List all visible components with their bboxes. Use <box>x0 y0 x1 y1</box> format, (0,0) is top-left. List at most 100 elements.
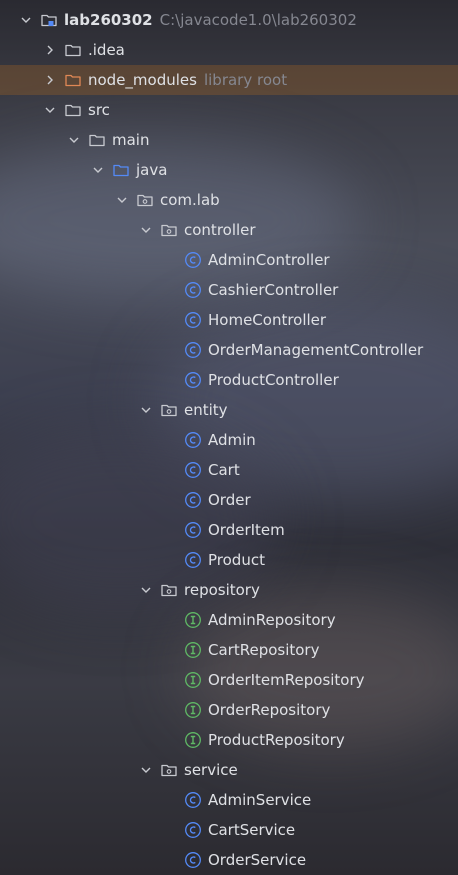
class-icon <box>184 821 202 839</box>
tree-row-project[interactable]: lab260302 C:\javacode1.0\lab260302 <box>0 5 458 35</box>
tree-row-file[interactable]: Admin <box>0 425 458 455</box>
tree-row-file[interactable]: AdminService <box>0 785 458 815</box>
tree-row-repository[interactable]: repository <box>0 575 458 605</box>
tree-row-file-label: ProductController <box>208 371 339 389</box>
chevron-down-icon[interactable] <box>114 192 130 208</box>
tree-row-file-label: OrderService <box>208 851 307 869</box>
arrow-spacer <box>162 252 178 268</box>
folder-icon <box>64 101 82 119</box>
chevron-down-icon[interactable] <box>138 582 154 598</box>
tree-row-idea-label: .idea <box>88 41 125 59</box>
tree-row-file[interactable]: OrderService <box>0 845 458 875</box>
arrow-spacer <box>162 792 178 808</box>
class-icon <box>184 791 202 809</box>
tree-row-java[interactable]: java <box>0 155 458 185</box>
tree-row-file-label: Cart <box>208 461 240 479</box>
arrow-spacer <box>162 732 178 748</box>
tree-row-file-label: ProductRepository <box>208 731 345 749</box>
class-icon <box>184 461 202 479</box>
tree-row-repository-label: repository <box>184 581 260 599</box>
tree-row-file[interactable]: CartRepository <box>0 635 458 665</box>
package-icon <box>160 221 178 239</box>
tree-row-file[interactable]: CartService <box>0 815 458 845</box>
tree-row-src[interactable]: src <box>0 95 458 125</box>
tree-row-main[interactable]: main <box>0 125 458 155</box>
project-tree: lab260302 C:\javacode1.0\lab260302 .idea no… <box>0 5 458 875</box>
chevron-down-icon[interactable] <box>138 762 154 778</box>
arrow-spacer <box>162 822 178 838</box>
package-icon <box>136 191 154 209</box>
chevron-down-icon[interactable] <box>66 132 82 148</box>
tree-row-file[interactable]: ProductRepository <box>0 725 458 755</box>
class-icon <box>184 341 202 359</box>
tree-row-file[interactable]: CashierController <box>0 275 458 305</box>
tree-row-package[interactable]: com.lab <box>0 185 458 215</box>
tree-row-idea[interactable]: .idea <box>0 35 458 65</box>
tree-row-file[interactable]: OrderRepository <box>0 695 458 725</box>
chevron-right-icon[interactable] <box>42 42 58 58</box>
tree-row-project-label: lab260302 <box>64 11 153 29</box>
tree-row-node-modules-label: node_modules <box>88 71 197 89</box>
tree-row-file[interactable]: Order <box>0 485 458 515</box>
class-icon <box>184 491 202 509</box>
tree-row-file[interactable]: ProductController <box>0 365 458 395</box>
folder-icon <box>64 41 82 59</box>
tree-row-file-label: AdminService <box>208 791 312 809</box>
tree-row-service-label: service <box>184 761 238 779</box>
chevron-down-icon[interactable] <box>42 102 58 118</box>
arrow-spacer <box>162 612 178 628</box>
tree-row-file-label: AdminController <box>208 251 330 269</box>
tree-row-file-label: Admin <box>208 431 256 449</box>
arrow-spacer <box>162 852 178 868</box>
arrow-spacer <box>162 312 178 328</box>
class-icon <box>184 281 202 299</box>
tree-row-file-label: Order <box>208 491 251 509</box>
tree-row-entity[interactable]: entity <box>0 395 458 425</box>
interface-icon <box>184 701 202 719</box>
tree-row-file[interactable]: Product <box>0 545 458 575</box>
tree-row-file[interactable]: Cart <box>0 455 458 485</box>
interface-icon <box>184 611 202 629</box>
chevron-right-icon[interactable] <box>42 72 58 88</box>
tree-row-service[interactable]: service <box>0 755 458 785</box>
tree-row-file-label: OrderItemRepository <box>208 671 365 689</box>
tree-row-controller-label: controller <box>184 221 256 239</box>
tree-row-file-label: CashierController <box>208 281 339 299</box>
tree-row-main-label: main <box>112 131 150 149</box>
tree-row-file-label: AdminRepository <box>208 611 336 629</box>
class-icon <box>184 371 202 389</box>
tree-row-src-label: src <box>88 101 110 119</box>
interface-icon <box>184 671 202 689</box>
tree-row-node-modules-hint: library root <box>203 71 288 89</box>
tree-row-file[interactable]: HomeController <box>0 305 458 335</box>
class-icon <box>184 311 202 329</box>
tree-row-file[interactable]: OrderManagementController <box>0 335 458 365</box>
tree-row-file-label: CartService <box>208 821 296 839</box>
tree-row-node-modules[interactable]: node_modules library root <box>0 65 458 95</box>
tree-row-package-label: com.lab <box>160 191 220 209</box>
arrow-spacer <box>162 372 178 388</box>
chevron-down-icon[interactable] <box>90 162 106 178</box>
arrow-spacer <box>162 552 178 568</box>
tree-row-file-label: OrderManagementController <box>208 341 424 359</box>
chevron-down-icon[interactable] <box>138 402 154 418</box>
folder-icon <box>64 71 82 89</box>
class-icon <box>184 521 202 539</box>
arrow-spacer <box>162 282 178 298</box>
interface-icon <box>184 731 202 749</box>
arrow-spacer <box>162 342 178 358</box>
tree-row-file[interactable]: OrderItemRepository <box>0 665 458 695</box>
chevron-down-icon[interactable] <box>18 12 34 28</box>
package-icon <box>160 401 178 419</box>
class-icon <box>184 851 202 869</box>
arrow-spacer <box>162 462 178 478</box>
tree-row-file[interactable]: AdminRepository <box>0 605 458 635</box>
tree-row-file[interactable]: AdminController <box>0 245 458 275</box>
folder-icon <box>112 161 130 179</box>
arrow-spacer <box>162 522 178 538</box>
tree-row-file[interactable]: OrderItem <box>0 515 458 545</box>
tree-row-entity-label: entity <box>184 401 228 419</box>
tree-row-file-label: Product <box>208 551 265 569</box>
chevron-down-icon[interactable] <box>138 222 154 238</box>
tree-row-controller[interactable]: controller <box>0 215 458 245</box>
